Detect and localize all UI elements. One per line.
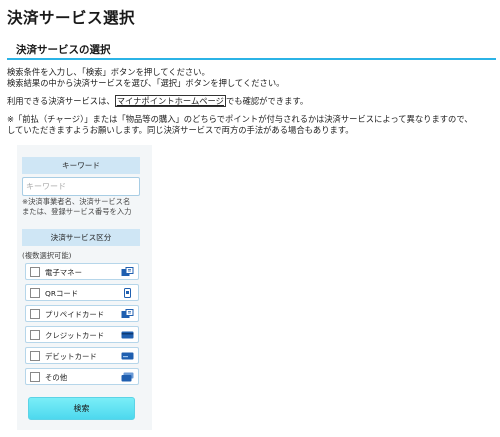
intro-line-2: 検索結果の中から決済サービスを選び、「選択」ボタンを押してください。: [7, 78, 285, 88]
checkbox-box[interactable]: [30, 372, 40, 382]
keyword-input[interactable]: [22, 177, 140, 196]
checkbox-box[interactable]: [30, 288, 40, 298]
checkbox-debit[interactable]: デビットカード: [25, 347, 139, 364]
search-panel: キーワード ※決済事業者名、決済サービス名 または、登録サービス番号を入力 決済…: [17, 145, 152, 430]
prepaid-card-icon: [121, 309, 134, 318]
emoney-card-icon: [121, 267, 134, 276]
other-cards-icon: [121, 372, 134, 382]
checkbox-prepaid[interactable]: プリペイドカード: [25, 305, 139, 322]
checkbox-label: クレジットカード: [45, 331, 105, 340]
checkbox-credit[interactable]: クレジットカード: [25, 326, 139, 343]
checkbox-box[interactable]: [30, 330, 40, 340]
checkbox-box[interactable]: [30, 267, 40, 277]
search-button[interactable]: 検索: [28, 397, 135, 420]
checkbox-label: デビットカード: [45, 352, 97, 361]
section-title: 決済サービスの選択: [16, 44, 111, 56]
keyword-hint-2: または、登録サービス番号を入力: [22, 207, 132, 216]
section-header: 決済サービスの選択: [7, 40, 496, 60]
keyword-header: キーワード: [22, 157, 140, 174]
checkbox-box[interactable]: [30, 309, 40, 319]
checkbox-emoney[interactable]: 電子マネー: [25, 263, 139, 280]
keyword-hint-1: ※決済事業者名、決済サービス名: [22, 197, 131, 206]
checkbox-box[interactable]: [30, 351, 40, 361]
mynapoint-homepage-link[interactable]: マイナポイントホームページ: [114, 95, 226, 107]
smartphone-qr-icon: [124, 288, 131, 298]
checkbox-label: QRコード: [45, 289, 79, 298]
checkbox-label: プリペイドカード: [45, 310, 105, 319]
page-title: 決済サービス選択: [7, 9, 136, 27]
multi-select-note: (複数選択可能): [22, 251, 72, 260]
intro-line-3-suffix: でも確認ができます。: [225, 96, 309, 106]
checkbox-other[interactable]: その他: [25, 368, 139, 385]
intro-line-3-prefix: 利用できる決済サービスは、: [7, 96, 115, 106]
note-line-2: していただきますようお願いします。同じ決済サービスで両方の手法がある場合もありま…: [7, 125, 354, 135]
debit-card-icon: [121, 352, 134, 360]
checkbox-label: 電子マネー: [45, 268, 82, 277]
checkbox-qrcode[interactable]: QRコード: [25, 284, 139, 301]
intro-line-3: 利用できる決済サービスは、 マイナポイントホームページ でも確認ができます。: [7, 95, 308, 107]
checkbox-label: その他: [45, 373, 68, 382]
category-header: 決済サービス区分: [22, 229, 140, 246]
credit-card-icon: [121, 331, 134, 339]
